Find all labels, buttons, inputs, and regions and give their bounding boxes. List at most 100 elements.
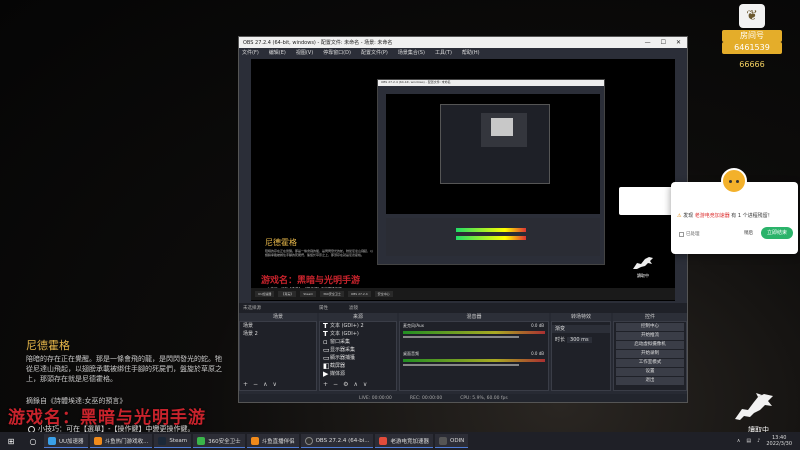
menu-view[interactable]: 视图(V) bbox=[296, 49, 313, 56]
gear-icon[interactable]: ⚙ bbox=[343, 381, 348, 388]
menu-tools[interactable]: 工具(T) bbox=[435, 49, 452, 56]
remove-icon[interactable]: − bbox=[253, 381, 258, 388]
up-icon[interactable]: ∧ bbox=[263, 381, 267, 388]
studio-mode-button[interactable]: 工作室模式 bbox=[616, 359, 684, 367]
settings-button[interactable]: 设置 bbox=[616, 368, 684, 376]
taskbar-item[interactable]: 斗鱼热门游戏收... bbox=[89, 434, 153, 448]
exit-button[interactable]: 退出 bbox=[616, 377, 684, 385]
up-icon[interactable]: ∧ bbox=[353, 381, 357, 388]
taskbar-label: 360安全卫士 bbox=[208, 438, 241, 445]
down-icon[interactable]: ∨ bbox=[363, 381, 367, 388]
app-icon bbox=[48, 436, 56, 445]
scene-item[interactable]: 场景 bbox=[240, 322, 316, 330]
network-icon[interactable]: ▤ bbox=[746, 438, 751, 444]
source-label: 文本 (GDI+) bbox=[330, 331, 359, 337]
nested-lightbox bbox=[491, 118, 513, 136]
duration-input[interactable]: 300 ms bbox=[567, 337, 592, 343]
transition-select[interactable]: 渐变 bbox=[552, 325, 610, 333]
windows-start-icon[interactable]: ⊞ bbox=[0, 432, 22, 450]
transitions-header: 转场特效 bbox=[551, 313, 611, 321]
monitor-icon: ▭ bbox=[323, 346, 330, 354]
minimize-icon[interactable]: — bbox=[645, 39, 651, 46]
handled-checkbox[interactable]: 已处理 bbox=[679, 231, 700, 237]
source-item[interactable]: ▶ 媒体源 bbox=[320, 370, 396, 378]
taskbar-item[interactable]: 360安全卫士 bbox=[193, 434, 245, 448]
obs-icon bbox=[304, 436, 313, 445]
taskbar-item[interactable]: Steam bbox=[154, 434, 192, 448]
duration-row: 时长 300 ms bbox=[552, 336, 610, 344]
taskbar-item[interactable]: 斗鱼直播伴侣 bbox=[246, 434, 299, 448]
duration-label: 时长 bbox=[555, 337, 566, 343]
end-now-button[interactable]: 立即结束 bbox=[761, 227, 793, 239]
monitor-icon: ▭ bbox=[323, 354, 330, 362]
obs-titlebar[interactable]: OBS 27.2.4 (64-bit, windows) - 配置文件: 未命名… bbox=[239, 37, 687, 48]
remove-icon[interactable]: − bbox=[333, 381, 338, 388]
mixer-db: 0.0 dB bbox=[531, 351, 544, 356]
menu-profile[interactable]: 配置文件(P) bbox=[361, 49, 388, 56]
add-icon[interactable]: + bbox=[243, 381, 248, 388]
obs-window[interactable]: OBS 27.2.4 (64-bit, windows) - 配置文件: 未命名… bbox=[238, 36, 688, 403]
taskbar-item[interactable]: OBS 27.2.4 (64-bi... bbox=[300, 434, 374, 448]
scenes-toolbar: + − ∧ ∨ bbox=[243, 381, 277, 388]
taskbar-item[interactable]: UU加速器 bbox=[44, 434, 88, 448]
taskbar-label: UU加速器 bbox=[59, 438, 84, 445]
volume-slider[interactable] bbox=[403, 336, 520, 338]
source-item[interactable]: ▭ 显示器采集 bbox=[320, 346, 396, 354]
virtual-camera-button[interactable]: 启动虚拟摄像机 bbox=[616, 341, 684, 349]
menu-help[interactable]: 帮助(H) bbox=[462, 49, 480, 56]
nested-obs-title: OBS 27.2.4 (64-bit, windows) - 配置文件: 未命名 bbox=[378, 80, 604, 86]
taskbar-item[interactable]: 老游电竞加速器 bbox=[375, 434, 433, 448]
preview-loading: 讀取中 bbox=[637, 273, 649, 278]
screen: ❦ 房间号 6461539 66666 OBS 27.2.4 (64-bit, … bbox=[0, 0, 800, 450]
taskbar-item[interactable]: ODIN bbox=[435, 434, 469, 448]
clock-date: 2022/3/30 bbox=[766, 441, 792, 447]
taskbar-label: 斗鱼热门游戏收... bbox=[104, 438, 149, 445]
text-icon: T bbox=[323, 330, 328, 338]
obs-preview[interactable]: OBS 27.2.4 (64-bit, windows) - 配置文件: 未命名… bbox=[251, 59, 675, 301]
sources-header: 来源 bbox=[319, 313, 397, 321]
source-label: 文本 (GDI+) 2 bbox=[330, 323, 364, 329]
tray-chevron-icon[interactable]: ∧ bbox=[737, 438, 741, 444]
volume-slider[interactable] bbox=[403, 364, 520, 366]
source-item[interactable]: ▫ 窗口采集 bbox=[320, 338, 396, 346]
preview-task: 360安全卫士 bbox=[320, 291, 344, 297]
search-icon[interactable]: ○ bbox=[22, 432, 44, 450]
mixer-channel: 桌面音频 0.0 dB bbox=[400, 350, 548, 368]
no-source-label: 未选择源 bbox=[243, 306, 261, 311]
source-item[interactable]: ▭ 顯示器捕獲 bbox=[320, 354, 396, 362]
room-badge: ❦ 房间号 6461539 66666 bbox=[722, 4, 782, 69]
start-recording-button[interactable]: 开始录制 bbox=[616, 350, 684, 358]
source-item[interactable]: ◧ 截屏器 bbox=[320, 362, 396, 370]
down-icon[interactable]: ∨ bbox=[272, 381, 276, 388]
later-button[interactable]: 稍后 bbox=[744, 230, 753, 236]
preview-task: 安全中心 bbox=[374, 291, 393, 297]
app-icon bbox=[250, 436, 259, 445]
obs-menubar: 文件(F) 编辑(E) 视图(V) 停靠窗口(D) 配置文件(P) 场景集合(S… bbox=[239, 48, 687, 57]
streamer-logo-icon: ❦ bbox=[739, 4, 765, 28]
properties-button[interactable]: 属性 bbox=[319, 305, 328, 311]
maximize-icon[interactable]: ☐ bbox=[661, 39, 666, 46]
source-item[interactable]: T 文本 (GDI+) 2 bbox=[320, 322, 396, 330]
volume-meter bbox=[403, 359, 545, 362]
menu-edit[interactable]: 编辑(E) bbox=[269, 49, 286, 56]
nested-meter bbox=[456, 236, 526, 240]
popup-app-link[interactable]: 老游电竞加速器 bbox=[695, 213, 730, 219]
checkbox-label: 已处理 bbox=[686, 232, 700, 237]
filters-button[interactable]: 滤镜 bbox=[349, 305, 358, 311]
control-center-button[interactable]: 控制中心 bbox=[616, 323, 684, 331]
volume-icon[interactable]: ♪ bbox=[757, 438, 760, 444]
menu-scene-collection[interactable]: 场景集合(S) bbox=[398, 49, 425, 56]
taskbar-label: 斗鱼直播伴侣 bbox=[261, 438, 295, 445]
add-icon[interactable]: + bbox=[323, 381, 328, 388]
close-icon[interactable]: ✕ bbox=[676, 39, 681, 46]
menu-file[interactable]: 文件(F) bbox=[242, 49, 259, 56]
source-label: 顯示器捕獲 bbox=[330, 355, 356, 361]
source-item[interactable]: T 文本 (GDI+) bbox=[320, 330, 396, 338]
menu-docks[interactable]: 停靠窗口(D) bbox=[323, 49, 351, 56]
scene-item[interactable]: 场景 2 bbox=[240, 330, 316, 338]
nested-meter bbox=[456, 228, 526, 232]
clock[interactable]: 13:40 2022/3/30 bbox=[766, 435, 792, 447]
start-streaming-button[interactable]: 开始推流 bbox=[616, 332, 684, 340]
loading-horse-icon bbox=[732, 392, 776, 426]
windows-taskbar: ⊞ ○ UU加速器 斗鱼热门游戏收... Steam 360安全卫士 斗鱼直播伴… bbox=[0, 432, 800, 450]
